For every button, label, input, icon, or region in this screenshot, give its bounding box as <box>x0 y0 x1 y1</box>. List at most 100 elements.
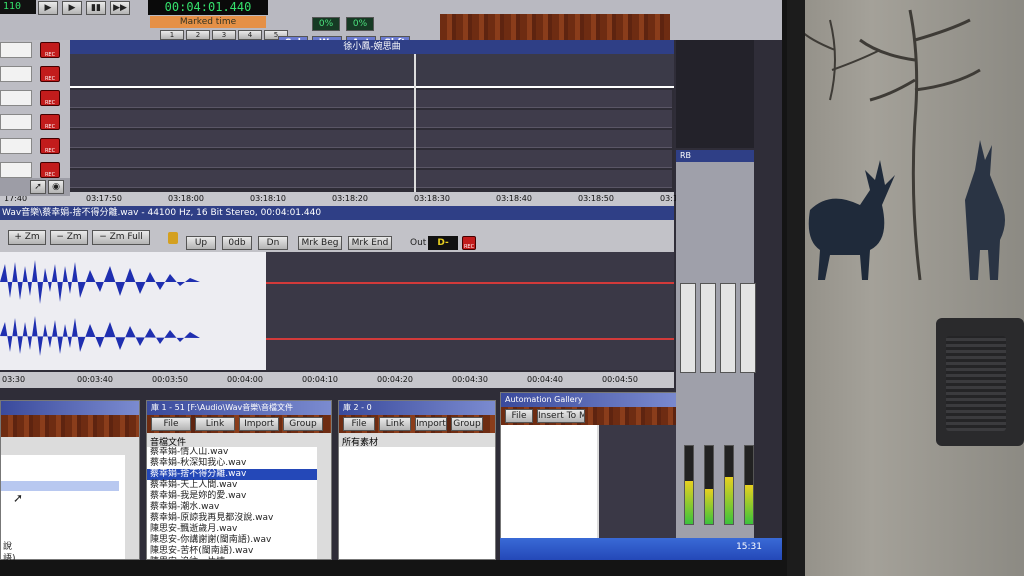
bin-button-group[interactable]: Group <box>283 417 323 431</box>
transport-button-2[interactable]: ▶ <box>62 1 82 15</box>
track-lane-3[interactable] <box>70 130 672 148</box>
meter-level <box>685 481 693 524</box>
track-rec-button-3[interactable]: REC <box>40 90 60 106</box>
automation-title: Automation Gallery <box>501 393 681 407</box>
track-name-2[interactable] <box>0 66 32 82</box>
editor-rec-button[interactable]: REC <box>462 236 476 250</box>
multitrack-cursor <box>414 54 416 194</box>
meter-level <box>745 485 753 524</box>
cursor-tool-icon[interactable]: ➚ <box>30 180 46 194</box>
bin-button-file[interactable]: File <box>505 409 533 423</box>
waveform-view <box>0 252 674 370</box>
bin-button-file[interactable]: File <box>343 417 375 431</box>
multitrack-tick: 03:18:50 <box>578 194 614 203</box>
bin2-file-list[interactable] <box>339 447 495 559</box>
edit-button-4[interactable]: Mrk Beg <box>298 236 342 250</box>
file-list-item[interactable]: 蔡幸娟-秋深知我心.wav <box>147 458 317 469</box>
edit-button-5[interactable]: Mrk End <box>348 236 392 250</box>
waveform-played-region <box>0 252 266 370</box>
marker-button-2[interactable]: 2 <box>186 30 210 40</box>
meter-level <box>705 488 713 524</box>
out-label: Out <box>410 238 427 248</box>
channel-fader-2[interactable] <box>700 283 716 373</box>
channel-fader-3[interactable] <box>720 283 736 373</box>
marker-button-3[interactable]: 3 <box>212 30 236 40</box>
file-list-item[interactable]: 陳思安-追往一片情.wav <box>147 557 317 559</box>
track-name-3[interactable] <box>0 90 32 106</box>
track-lane-1[interactable] <box>70 90 672 108</box>
edit-button-1[interactable]: Up <box>186 236 216 250</box>
track-name-5[interactable] <box>0 138 32 154</box>
bin-button-link[interactable]: Link <box>195 417 235 431</box>
bin-button-group[interactable]: Group <box>451 417 483 431</box>
track-rec-button-2[interactable]: REC <box>40 66 60 82</box>
file-list-item[interactable]: 陳思安-飄逝歲月.wav <box>147 524 317 535</box>
channel-meter-1 <box>684 445 694 525</box>
track-name-1[interactable] <box>0 42 32 58</box>
monitor-bezel: 110 ▶ ▶ ▮▮ ▶▶ 00:04:01.440 Marked time 0… <box>0 0 805 576</box>
deer-wallpaper-icon <box>799 9 1005 281</box>
track-lane-4[interactable] <box>70 150 672 168</box>
zoom-button-1[interactable]: + Zm <box>8 230 46 245</box>
mouse-cursor-icon: ➚ <box>13 491 24 505</box>
channel-fader-4[interactable] <box>740 283 756 373</box>
file-list-item[interactable]: 陳思安-你講謝謝(閩南語).wav <box>147 535 317 546</box>
editor-ruler: 03:30 00:03:40 00:03:50 00:04:00 00:04:10 00:… <box>0 372 713 388</box>
waveform-icon <box>0 260 200 356</box>
marker-button-4[interactable]: 4 <box>238 30 262 40</box>
file-list-item[interactable]: 蔡幸娟-捨不得分離.wav <box>147 469 317 480</box>
waveform-marker-line-2 <box>266 338 674 340</box>
multitrack-ruler: 17:40 03:17:50 03:18:00 03:18:10 03:18:20 03:… <box>0 192 696 206</box>
file-list-item[interactable]: 蔡幸娟-潮水.wav <box>147 502 317 513</box>
bin-button-link[interactable]: Link <box>379 417 411 431</box>
percent-b-display: 0% <box>346 17 374 31</box>
zoom-button-3[interactable]: − Zm Full <box>92 230 150 245</box>
zoom-button-2[interactable]: − Zm <box>50 230 88 245</box>
track-name-6[interactable] <box>0 162 32 178</box>
marker-button-1[interactable]: 1 <box>160 30 184 40</box>
edit-button-2[interactable]: 0db <box>222 236 252 250</box>
out-display: D-01S <box>428 236 458 262</box>
track-rec-button-1[interactable]: REC <box>40 42 60 58</box>
multitrack-title-bar: 徐小鳳-婉思曲 <box>70 40 674 54</box>
edit-button-3[interactable]: Dn <box>258 236 288 250</box>
track-header-column: REC REC REC REC REC REC <box>0 40 70 180</box>
editor-tick: 00:04:20 <box>377 375 413 384</box>
track-rec-button-6[interactable]: REC <box>40 162 60 178</box>
record-tool-icon[interactable]: ◉ <box>48 180 64 194</box>
counter-mode-label[interactable]: Marked time <box>150 16 266 28</box>
transport-button-4[interactable]: ▶▶ <box>110 1 130 15</box>
left-counter: 110 <box>0 0 36 14</box>
toolbar-wood-panel <box>440 14 670 40</box>
transport-button-3[interactable]: ▮▮ <box>86 1 106 15</box>
track-rec-button-5[interactable]: REC <box>40 138 60 154</box>
percent-a-display: 0% <box>312 17 340 31</box>
multitrack-tick: 03:18:30 <box>414 194 450 203</box>
background-wall <box>770 0 1024 576</box>
bin1-file-list[interactable]: 蔡幸娟-情人山.wav 蔡幸娟-秋深知我心.wav 蔡幸娟-捨不得分離.wav 蔡幸娟… <box>147 447 317 559</box>
track-rec-button-4[interactable]: REC <box>40 114 60 130</box>
multitrack-tick: 03:18:40 <box>496 194 532 203</box>
left-bin-fragment-2: 語) <box>3 554 16 560</box>
bin-button-import[interactable]: Import <box>415 417 447 431</box>
bin-button-import[interactable]: Import <box>239 417 279 431</box>
transport-toolbar: 110 ▶ ▶ ▮▮ ▶▶ 00:04:01.440 Marked time 0… <box>0 0 782 52</box>
file-list-item[interactable]: 蔡幸娟-原諒我再見都沒說.wav <box>147 513 317 524</box>
transport-button-1[interactable]: ▶ <box>38 1 58 15</box>
file-list-item[interactable]: 蔡幸娟-天上人間.wav <box>147 480 317 491</box>
left-bin-list[interactable]: 說 語) ➚ <box>1 455 125 560</box>
bin2-panel: 庫 2 - 0 所有素材 File Link Import Group <box>338 400 496 560</box>
file-list-item[interactable]: 陳思安-苦杯(閩南語).wav <box>147 546 317 557</box>
lock-icon[interactable] <box>168 232 178 244</box>
bin-button-file[interactable]: File <box>151 417 191 431</box>
editor-tick: 00:04:50 <box>602 375 638 384</box>
bin-button-insert-to-mt[interactable]: Insert To MT <box>537 409 585 423</box>
track-lane-2[interactable] <box>70 110 672 128</box>
file-list-item[interactable]: 蔡幸娟-我是妳的愛.wav <box>147 491 317 502</box>
track-name-4[interactable] <box>0 114 32 130</box>
file-list-item[interactable]: 蔡幸娟-情人山.wav <box>147 447 317 458</box>
track-lane-5[interactable] <box>70 170 672 188</box>
automation-panel: Automation Gallery File Insert To MT <box>500 392 682 560</box>
editor-toolbar: Out D-01S REC + Zm − Zm − Zm Full Up 0db Dn Mr… <box>0 220 674 262</box>
channel-fader-1[interactable] <box>680 283 696 373</box>
